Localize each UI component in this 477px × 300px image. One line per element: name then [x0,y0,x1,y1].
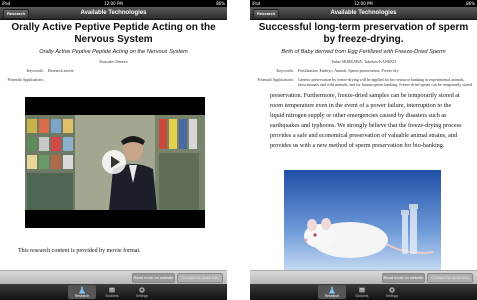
nav-title: Available Technologies [330,10,397,16]
nav-bar: Research Available Technologies [250,7,477,20]
action-bar: Read more on website Contact for more in… [250,270,477,284]
screens: iPad 12:00 PM 86% Research Available Tec… [0,0,477,300]
keywords-row: Keywords: Research movie [0,68,227,73]
applications-value [48,77,227,82]
tab-research-label: Research [74,294,90,298]
tab-settings[interactable]: Settings [378,285,406,299]
tab-settings-label: Settings [385,294,399,298]
clock-text: 12:00 PM [104,1,123,6]
tab-bar: Research Booklets Settings [250,284,477,300]
body-text: preservation. Furthermore, freeze-dried … [270,92,462,149]
read-more-button[interactable]: Read more on website [382,273,425,283]
keywords-value: Fertilization, Embryo, Animal, Sperm pre… [298,68,399,73]
nav-bar: Research Available Technologies [0,7,227,20]
page-subtitle: Birth of Baby derived from Egg Fertilize… [281,49,446,55]
mouse-photo [284,170,441,272]
applications-row: Potential Applications: [0,77,227,82]
video-player[interactable] [25,97,205,228]
flask-icon [329,286,335,294]
page-title: Successful long-term preservation of spe… [258,22,469,45]
tab-research[interactable]: Research [318,285,346,299]
tab-settings[interactable]: Settings [128,285,156,299]
status-bar: iPad 12:00 PM 86% [0,0,227,7]
movie-format-note: This research content is provided by mov… [18,248,141,254]
tab-settings-label: Settings [135,294,149,298]
clock-text: 12:00 PM [354,1,373,6]
play-button-icon[interactable] [102,150,126,174]
tab-bar: Research Booklets Settings [0,284,227,300]
booklet-icon [109,287,115,293]
tab-booklets-label: Booklets [105,294,119,298]
page-subtitle: Orally Active Peptive Peptide Acting on … [39,49,188,55]
action-bar: Read more on website Contact for more in… [0,270,227,284]
author-text: Kousuke Ohmoto [99,59,128,64]
page-title: Orally Active Peptive Peptide Acting on … [11,22,216,45]
tab-booklets[interactable]: Booklets [98,285,126,299]
booklet-icon [359,287,365,293]
author-text: Tadao SERIKAWA, Takehiro KANEKO [330,59,397,64]
contact-button[interactable]: Contact for more info [177,273,223,283]
gear-icon [389,287,395,293]
tab-research-label: Research [324,294,340,298]
battery-text: 86% [216,1,225,6]
applications-label: Potential Applications: [257,77,294,82]
applications-label: Potential Applications: [7,77,44,82]
keywords-value: Research movie [48,68,74,73]
gear-icon [139,287,145,293]
tab-booklets-label: Booklets [355,294,369,298]
status-bar: iPad 12:00 PM 86% [250,0,477,7]
keywords-label: Keywords: [276,68,294,73]
tab-booklets[interactable]: Booklets [348,285,376,299]
applications-row: Potential Applications: Genetic preserva… [250,77,477,87]
keywords-row: Keywords: Fertilization, Embryo, Animal,… [250,68,477,73]
contact-button[interactable]: Contact for more info [427,273,473,283]
right-screen: iPad 12:00 PM 86% Research Available Tec… [250,0,477,300]
tab-research[interactable]: Research [68,285,96,299]
keywords-label: Keywords: [26,68,44,73]
battery-text: 86% [466,1,475,6]
flask-icon [79,286,85,294]
applications-value: Genetic preservation by freeze-drying wi… [298,77,473,87]
left-screen: iPad 12:00 PM 86% Research Available Tec… [0,0,227,300]
read-more-button[interactable]: Read more on website [132,273,175,283]
nav-title: Available Technologies [80,10,147,16]
white-mouse-image [284,170,441,272]
